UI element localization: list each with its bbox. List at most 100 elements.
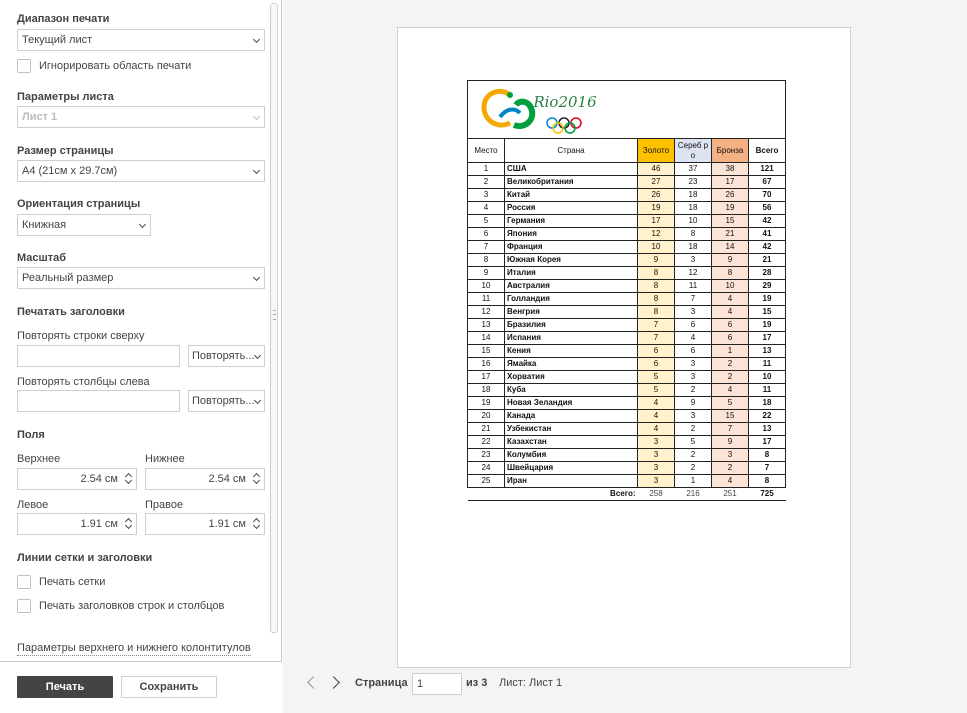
- cell-silver: 2: [674, 383, 712, 397]
- cell-total: 56: [748, 201, 786, 215]
- summary-total: 725: [760, 489, 774, 498]
- cell-silver: 37: [674, 162, 712, 176]
- cell-silver: 3: [674, 357, 712, 371]
- scrollbar-grip[interactable]: [273, 310, 276, 320]
- page-number-input[interactable]: 1: [412, 673, 462, 695]
- chevron-down-icon[interactable]: [252, 521, 261, 530]
- table-row: 5 Германия 17 10 15 42: [467, 214, 786, 228]
- cell-silver: 18: [674, 240, 712, 254]
- cell-total: 67: [748, 175, 786, 189]
- chevron-down-icon[interactable]: [124, 476, 133, 485]
- header-footer-settings-link[interactable]: Параметры верхнего и нижнего колонтитуло…: [17, 642, 251, 656]
- cell-place: 7: [467, 240, 505, 254]
- print-headings-checkbox[interactable]: Печать заголовков строк и столбцов: [17, 599, 224, 613]
- margin-top-value: 2.54 см: [80, 473, 118, 485]
- spinner-arrows[interactable]: [122, 469, 136, 489]
- spinner-arrows[interactable]: [250, 469, 264, 489]
- cell-gold: 4: [637, 422, 675, 436]
- chevron-down-icon[interactable]: [252, 476, 261, 485]
- cell-bronze: 15: [711, 409, 749, 423]
- margin-left-spinner[interactable]: 1.91 см: [17, 513, 137, 535]
- repeat-rows-dropdown[interactable]: Повторять...: [188, 345, 265, 367]
- margin-right-value: 1.91 см: [208, 518, 246, 530]
- sheet-params-title: Параметры листа: [17, 91, 114, 103]
- table-row: 12 Венгрия 8 3 4 15: [467, 305, 786, 319]
- cell-country: Китай: [504, 188, 638, 202]
- checkbox-box[interactable]: [17, 59, 31, 73]
- cell-place: 4: [467, 201, 505, 215]
- cell-total: 15: [748, 305, 786, 319]
- settings-scrollbar[interactable]: [270, 3, 278, 633]
- cell-bronze: 7: [711, 422, 749, 436]
- table-row: 8 Южная Корея 9 3 9 21: [467, 253, 786, 267]
- cell-place: 14: [467, 331, 505, 345]
- cell-country: Узбекистан: [504, 422, 638, 436]
- checkbox-box[interactable]: [17, 575, 31, 589]
- next-page-icon[interactable]: [327, 676, 340, 689]
- gridlines-title: Линии сетки и заголовки: [17, 552, 153, 564]
- checkbox-box[interactable]: [17, 599, 31, 613]
- cell-place: 9: [467, 266, 505, 280]
- cell-country: Иран: [504, 474, 638, 488]
- cell-place: 17: [467, 370, 505, 384]
- chevron-down-icon[interactable]: [124, 521, 133, 530]
- cell-bronze: 9: [711, 253, 749, 267]
- olympic-rings-icon: [546, 117, 582, 134]
- sheet-select-value: Лист 1: [22, 111, 58, 123]
- margin-bottom-spinner[interactable]: 2.54 см: [145, 468, 265, 490]
- repeat-rows-input[interactable]: [17, 345, 180, 367]
- ignore-print-area-checkbox[interactable]: Игнорировать область печати: [17, 59, 191, 73]
- cell-silver: 5: [674, 435, 712, 449]
- scale-select[interactable]: Реальный размер: [17, 267, 265, 289]
- logo-wordmark: Rio2016: [532, 93, 597, 111]
- table-row: 2 Великобритания 27 23 17 67: [467, 175, 786, 189]
- print-range-select[interactable]: Текущий лист: [17, 29, 265, 51]
- table-row: 13 Бразилия 7 6 6 19: [467, 318, 786, 332]
- cell-silver: 3: [674, 409, 712, 423]
- page-size-title: Размер страницы: [17, 145, 114, 157]
- print-range-title: Диапазон печати: [17, 13, 110, 25]
- margin-top-spinner[interactable]: 2.54 см: [17, 468, 137, 490]
- cell-total: 21: [748, 253, 786, 267]
- cell-country: Казахстан: [504, 435, 638, 449]
- cell-place: 1: [467, 162, 505, 176]
- print-button[interactable]: Печать: [17, 676, 113, 698]
- repeat-cols-input[interactable]: [17, 390, 180, 412]
- chevron-down-icon: [252, 112, 261, 121]
- logo-cell: Rio2016: [467, 80, 786, 139]
- table-row: 3 Китай 26 18 26 70: [467, 188, 786, 202]
- cell-gold: 12: [637, 227, 675, 241]
- print-grid-checkbox[interactable]: Печать сетки: [17, 575, 105, 589]
- repeat-rows-dropdown-label: Повторять...: [192, 350, 255, 362]
- page-size-select[interactable]: A4 (21см x 29.7см): [17, 160, 265, 182]
- cell-country: Куба: [504, 383, 638, 397]
- cell-silver: 2: [674, 448, 712, 462]
- chevron-down-icon: [253, 396, 262, 405]
- table-row: 6 Япония 12 8 21 41: [467, 227, 786, 241]
- cell-country: Испания: [504, 331, 638, 345]
- repeat-cols-dropdown-label: Повторять...: [192, 395, 255, 407]
- cell-total: 19: [748, 292, 786, 306]
- repeat-cols-dropdown[interactable]: Повторять...: [188, 390, 265, 412]
- cell-total: 7: [748, 461, 786, 475]
- cell-place: 6: [467, 227, 505, 241]
- sheet-select[interactable]: Лист 1: [17, 106, 265, 128]
- margin-right-spinner[interactable]: 1.91 см: [145, 513, 265, 535]
- cell-gold: 9: [637, 253, 675, 267]
- cell-bronze: 4: [711, 292, 749, 306]
- margin-top-label: Верхнее: [17, 453, 61, 465]
- cell-gold: 3: [637, 448, 675, 462]
- orientation-select[interactable]: Книжная: [17, 214, 151, 236]
- save-button[interactable]: Сохранить: [121, 676, 217, 698]
- cell-country: Кения: [504, 344, 638, 358]
- emblem-arc-blue: [498, 107, 522, 119]
- cell-silver: 2: [674, 422, 712, 436]
- cell-silver: 1: [674, 474, 712, 488]
- spinner-arrows[interactable]: [122, 514, 136, 534]
- cell-total: 10: [748, 370, 786, 384]
- table-row: 20 Канада 4 3 15 22: [467, 409, 786, 423]
- margin-left-label: Левое: [17, 499, 49, 511]
- cell-bronze: 3: [711, 448, 749, 462]
- spinner-arrows[interactable]: [250, 514, 264, 534]
- previous-page-icon[interactable]: [307, 676, 320, 689]
